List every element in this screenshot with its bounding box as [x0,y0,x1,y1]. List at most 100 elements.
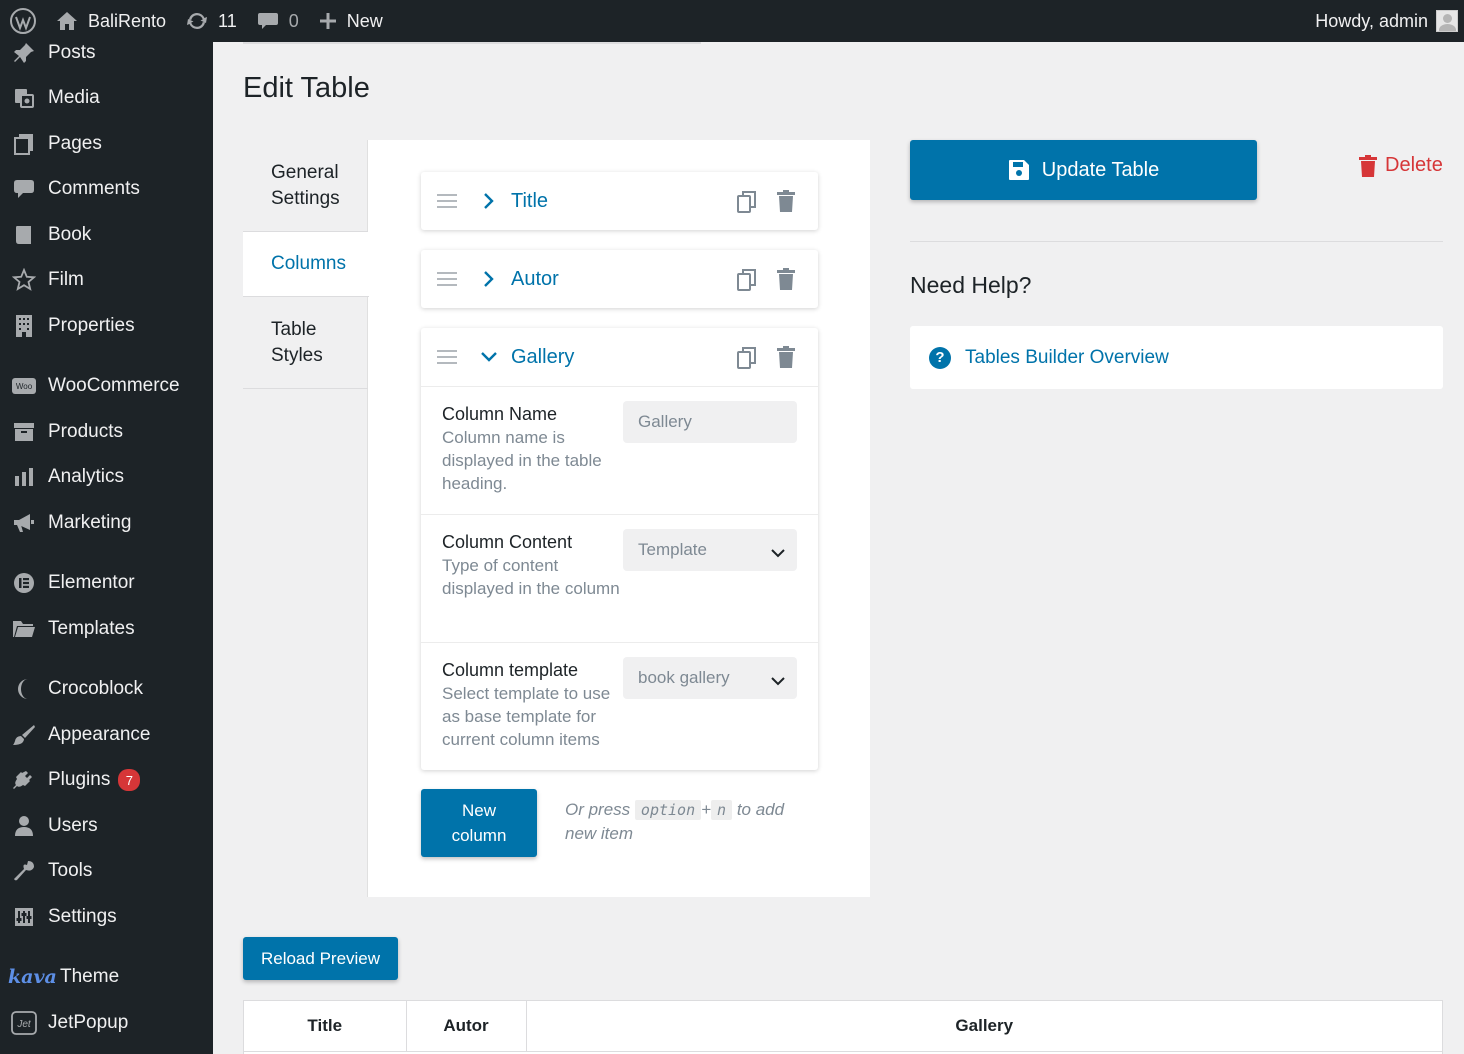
svg-text:Woo: Woo [16,382,33,391]
site-name: BaliRento [88,11,166,32]
brush-icon [0,724,48,746]
plugin-icon [0,769,48,791]
drag-handle-icon[interactable] [437,350,457,364]
sidebar-item-woocommerce[interactable]: Woo WooCommerce [0,366,213,406]
updates-icon [186,11,208,31]
jet-icon: Jet [0,1011,48,1035]
greeting: Howdy, admin [1315,11,1428,32]
column-actions [736,268,796,297]
sidebar-item-appearance[interactable]: Appearance [0,715,213,755]
trash-icon[interactable] [776,346,796,375]
column-item-header[interactable]: Gallery [421,328,818,386]
copy-icon[interactable] [736,346,758,375]
sidebar-item-label: Plugins [48,769,110,791]
new-label: New [347,11,383,32]
column-name-input[interactable]: Gallery [623,401,797,443]
preview-header-cell: Title [244,1001,406,1051]
sidebar-item-book[interactable]: Book [0,215,213,255]
updates-count: 11 [218,11,237,32]
sidebar-item-label: Templates [48,618,135,640]
delete-table-link[interactable]: Delete [1359,154,1443,177]
kbd-option: option [635,800,701,820]
kbd-n: n [711,800,732,820]
sidebar-item-marketing[interactable]: Marketing [0,503,213,543]
tab-general-settings[interactable]: General Settings [243,140,368,232]
reload-preview-button[interactable]: Reload Preview [243,937,398,980]
trash-icon[interactable] [776,190,796,219]
sidebar-item-label: Appearance [48,724,150,746]
pages-icon [0,133,48,155]
sidebar-item-label: Tools [48,860,92,882]
media-icon [0,87,48,109]
sidebar-item-users[interactable]: Users [0,806,213,846]
column-title[interactable]: Autor [511,268,559,291]
help-link-card[interactable]: ? Tables Builder Overview [910,326,1443,389]
megaphone-icon [0,512,48,534]
sidebar-item-media[interactable]: Media [0,78,213,118]
admin-bar: BaliRento 11 0 New Howdy, admin [0,0,1464,42]
comments-link[interactable]: 0 [247,0,309,42]
star-icon [0,268,48,292]
sidebar-item-products[interactable]: Products [0,412,213,452]
sidebar-item-label: Settings [48,906,117,928]
sidebar-item-tools[interactable]: Tools [0,851,213,891]
help-link[interactable]: Tables Builder Overview [965,347,1169,369]
save-icon [1008,159,1042,181]
sidebar-item-posts[interactable]: Posts [0,33,213,73]
sidebar-item-settings[interactable]: Settings [0,897,213,937]
sidebar-item-theme[interactable]: kava Theme [0,957,213,997]
sidebar-item-label: Film [48,269,84,291]
column-title[interactable]: Gallery [511,346,574,369]
column-content-field: Column Content Type of content displayed… [421,514,818,642]
sidebar-item-label: Pages [48,133,102,155]
sidebar-item-plugins[interactable]: Plugins 7 [0,760,213,800]
preview-header-cell: Gallery [526,1001,1442,1051]
sidebar-item-templates[interactable]: Templates [0,609,213,649]
column-content-select[interactable]: Template [623,529,797,571]
sidebar-item-pages[interactable]: Pages [0,124,213,164]
sidebar-item-label: Book [48,224,91,246]
column-item-header[interactable]: Autor [421,250,818,308]
sidebar-item-comments[interactable]: Comments [0,169,213,209]
comment-bubble-icon [257,11,279,31]
sidebar-item-label: Crocoblock [48,678,143,700]
sidebar-item-film[interactable]: Film [0,260,213,300]
new-content-link[interactable]: New [309,0,393,42]
sidebar-item-crocoblock[interactable]: Crocoblock [0,669,213,709]
drag-handle-icon[interactable] [437,272,457,286]
field-label: Column Content [442,531,622,553]
chevron-down-icon[interactable] [479,347,499,367]
tab-table-styles[interactable]: Table Styles [243,297,368,389]
admin-sidebar: Posts Media Pages Comments Book Film Pro… [0,42,213,1054]
plugins-update-badge: 7 [118,769,140,791]
new-column-button[interactable]: New column [421,789,537,857]
comment-icon [0,178,48,200]
column-item-header[interactable]: Title [421,172,818,230]
chevron-right-icon[interactable] [479,191,499,211]
sidebar-item-elementor[interactable]: Elementor [0,563,213,603]
wrench-icon [0,860,48,882]
copy-icon[interactable] [736,190,758,219]
drag-handle-icon[interactable] [437,194,457,208]
sidebar-item-label: Comments [48,178,140,200]
copy-icon[interactable] [736,268,758,297]
account-menu[interactable]: Howdy, admin [1305,0,1464,42]
chevron-right-icon[interactable] [479,269,499,289]
sidebar-item-label: Marketing [48,512,131,534]
sidebar-item-jetpopup[interactable]: Jet JetPopup [0,1003,213,1043]
column-title[interactable]: Title [511,190,548,213]
help-title: Need Help? [910,272,1031,299]
svg-text:Jet: Jet [16,1019,32,1030]
sidebar-item-properties[interactable]: Properties [0,306,213,346]
tab-columns[interactable]: Columns [243,232,369,297]
settings-icon [0,906,48,928]
sidebar-item-label: Media [48,87,100,109]
trash-icon[interactable] [776,268,796,297]
column-item-expanded: Gallery Column Name Column name is displ… [421,328,818,770]
chevron-down-icon [771,671,785,691]
sidebar-item-analytics[interactable]: Analytics [0,457,213,497]
sidebar-item-label: Products [48,421,123,443]
column-template-field: Column template Select template to use a… [421,642,818,770]
update-table-button[interactable]: Update Table [910,140,1257,200]
column-template-select[interactable]: book gallery [623,657,797,699]
